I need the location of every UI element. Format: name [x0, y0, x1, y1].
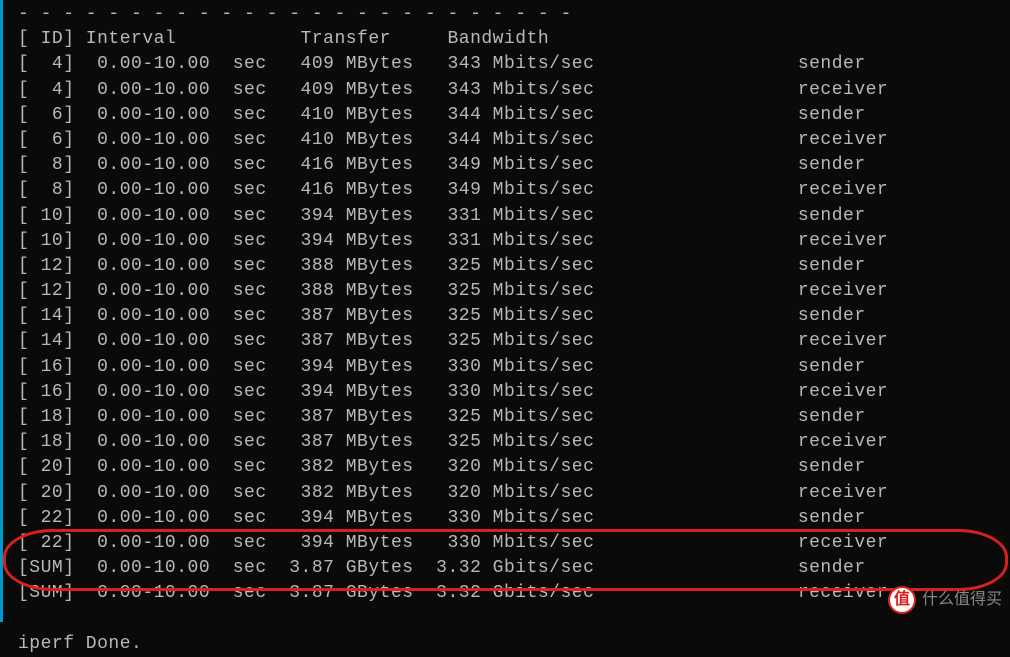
table-row: [ 8] 0.00-10.00 sec 416 MBytes 349 Mbits… [18, 178, 1010, 203]
table-row: [SUM] 0.00-10.00 sec 3.87 GBytes 3.32 Gb… [18, 556, 1010, 581]
table-row: [ 22] 0.00-10.00 sec 394 MBytes 330 Mbit… [18, 506, 1010, 531]
table-row: [ 4] 0.00-10.00 sec 409 MBytes 343 Mbits… [18, 52, 1010, 77]
table-row: [ 18] 0.00-10.00 sec 387 MBytes 325 Mbit… [18, 405, 1010, 430]
watermark-badge-icon: 值 [888, 586, 916, 614]
table-row: [ 12] 0.00-10.00 sec 388 MBytes 325 Mbit… [18, 279, 1010, 304]
table-rows: [ 4] 0.00-10.00 sec 409 MBytes 343 Mbits… [18, 52, 1010, 606]
table-row: [ 12] 0.00-10.00 sec 388 MBytes 325 Mbit… [18, 254, 1010, 279]
table-row: [ 6] 0.00-10.00 sec 410 MBytes 344 Mbits… [18, 128, 1010, 153]
watermark: 值 什么值得买 [888, 586, 1002, 614]
table-row: [ 16] 0.00-10.00 sec 394 MBytes 330 Mbit… [18, 355, 1010, 380]
table-row: [ 10] 0.00-10.00 sec 394 MBytes 331 Mbit… [18, 229, 1010, 254]
blank-line [18, 607, 1010, 632]
table-row: [ 6] 0.00-10.00 sec 410 MBytes 344 Mbits… [18, 103, 1010, 128]
table-row: [ 20] 0.00-10.00 sec 382 MBytes 320 Mbit… [18, 481, 1010, 506]
table-row: [ 20] 0.00-10.00 sec 382 MBytes 320 Mbit… [18, 455, 1010, 480]
table-row: [ 14] 0.00-10.00 sec 387 MBytes 325 Mbit… [18, 304, 1010, 329]
iperf-done: iperf Done. [18, 632, 1010, 657]
table-row: [ 10] 0.00-10.00 sec 394 MBytes 331 Mbit… [18, 204, 1010, 229]
terminal-output: - - - - - - - - - - - - - - - - - - - - … [18, 2, 1010, 657]
table-row: [ 18] 0.00-10.00 sec 387 MBytes 325 Mbit… [18, 430, 1010, 455]
table-row: [ 22] 0.00-10.00 sec 394 MBytes 330 Mbit… [18, 531, 1010, 556]
table-row: [ 16] 0.00-10.00 sec 394 MBytes 330 Mbit… [18, 380, 1010, 405]
column-header: [ ID] Interval Transfer Bandwidth [18, 27, 1010, 52]
table-row: [ 8] 0.00-10.00 sec 416 MBytes 349 Mbits… [18, 153, 1010, 178]
separator-line: - - - - - - - - - - - - - - - - - - - - … [18, 2, 1010, 27]
table-row: [ 4] 0.00-10.00 sec 409 MBytes 343 Mbits… [18, 78, 1010, 103]
table-row: [ 14] 0.00-10.00 sec 387 MBytes 325 Mbit… [18, 329, 1010, 354]
watermark-text: 什么值得买 [922, 589, 1002, 611]
table-row: [SUM] 0.00-10.00 sec 3.87 GBytes 3.32 Gb… [18, 581, 1010, 606]
